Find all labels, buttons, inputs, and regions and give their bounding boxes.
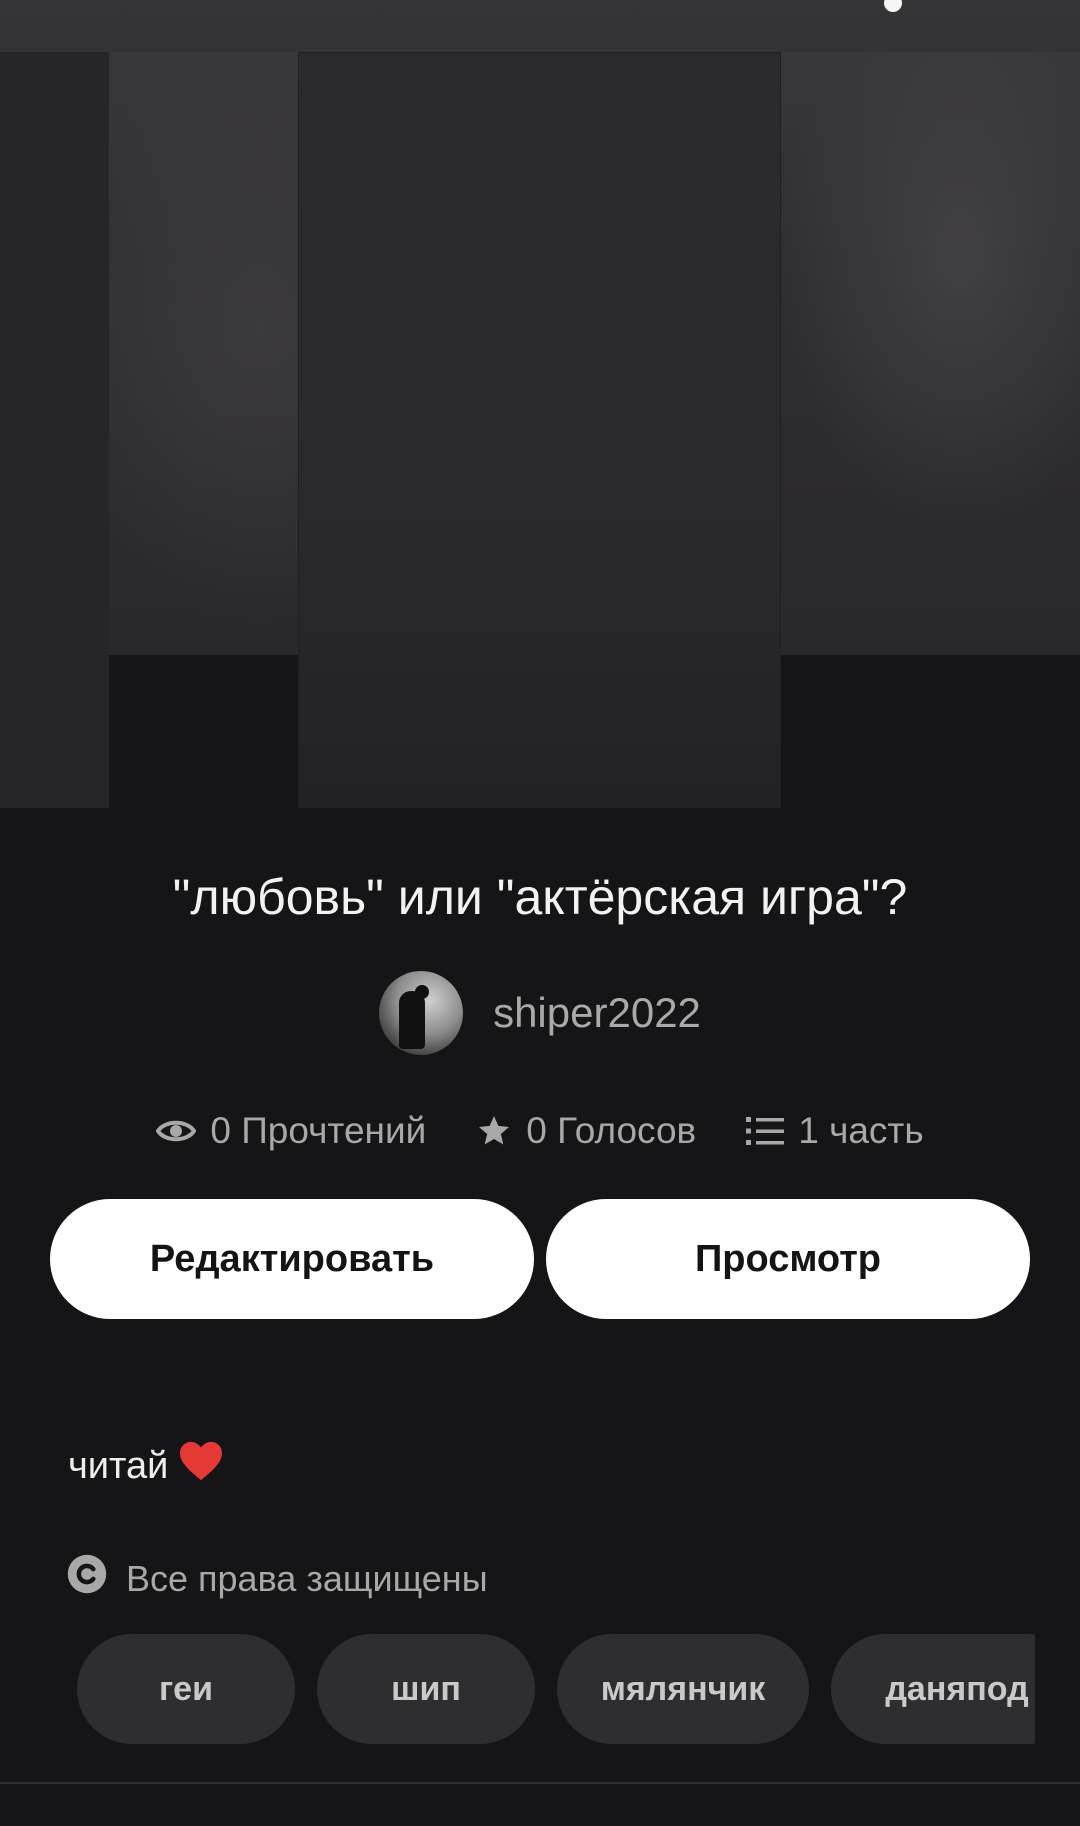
parts-stat[interactable]: 1 часть	[746, 1110, 924, 1152]
copyright-text: Все права защищены	[126, 1557, 488, 1599]
story-title: "любовь" или "актёрская игра"?	[172, 869, 908, 925]
tag-chip[interactable]: шип	[317, 1634, 535, 1744]
story-actions: Редактировать Просмотр	[50, 1199, 1030, 1319]
reads-stat: 0 Прочтений	[156, 1110, 426, 1152]
list-icon	[746, 1115, 785, 1147]
tag-chip[interactable]: даняпод	[831, 1634, 1035, 1744]
top-strip	[0, 0, 1080, 52]
previous-cover-peek[interactable]	[0, 52, 109, 808]
red-heart-icon	[178, 1440, 224, 1492]
copyright-icon	[66, 1553, 108, 1604]
edit-button[interactable]: Редактировать	[50, 1199, 534, 1319]
story-cover[interactable]	[298, 52, 781, 808]
story-stats: 0 Прочтений 0 Голосов 1 часть	[0, 1103, 1080, 1159]
avatar[interactable]	[379, 971, 464, 1055]
tag-list[interactable]: геи шип мялянчик даняпод	[77, 1634, 1035, 1744]
votes-stat: 0 Голосов	[476, 1110, 696, 1152]
view-button[interactable]: Просмотр	[546, 1199, 1030, 1319]
eye-icon	[156, 1117, 197, 1145]
votes-count: 0 Голосов	[526, 1110, 697, 1151]
tag-chip[interactable]: геи	[77, 1634, 295, 1744]
author-row[interactable]: shiper2022	[0, 970, 1080, 1056]
divider	[0, 1782, 1080, 1784]
author-username[interactable]: shiper2022	[493, 989, 701, 1037]
tag-chip[interactable]: мялянчик	[557, 1634, 809, 1744]
description-text: читай	[68, 1444, 169, 1487]
avatar-figure	[399, 991, 426, 1049]
star-icon	[476, 1113, 512, 1149]
copyright-row: Все права защищены	[66, 1553, 488, 1604]
avatar-head	[415, 985, 430, 999]
reads-count: 0 Прочтений	[210, 1110, 427, 1151]
parts-count[interactable]: 1 часть	[798, 1110, 923, 1152]
story-description: читай	[68, 1440, 224, 1492]
